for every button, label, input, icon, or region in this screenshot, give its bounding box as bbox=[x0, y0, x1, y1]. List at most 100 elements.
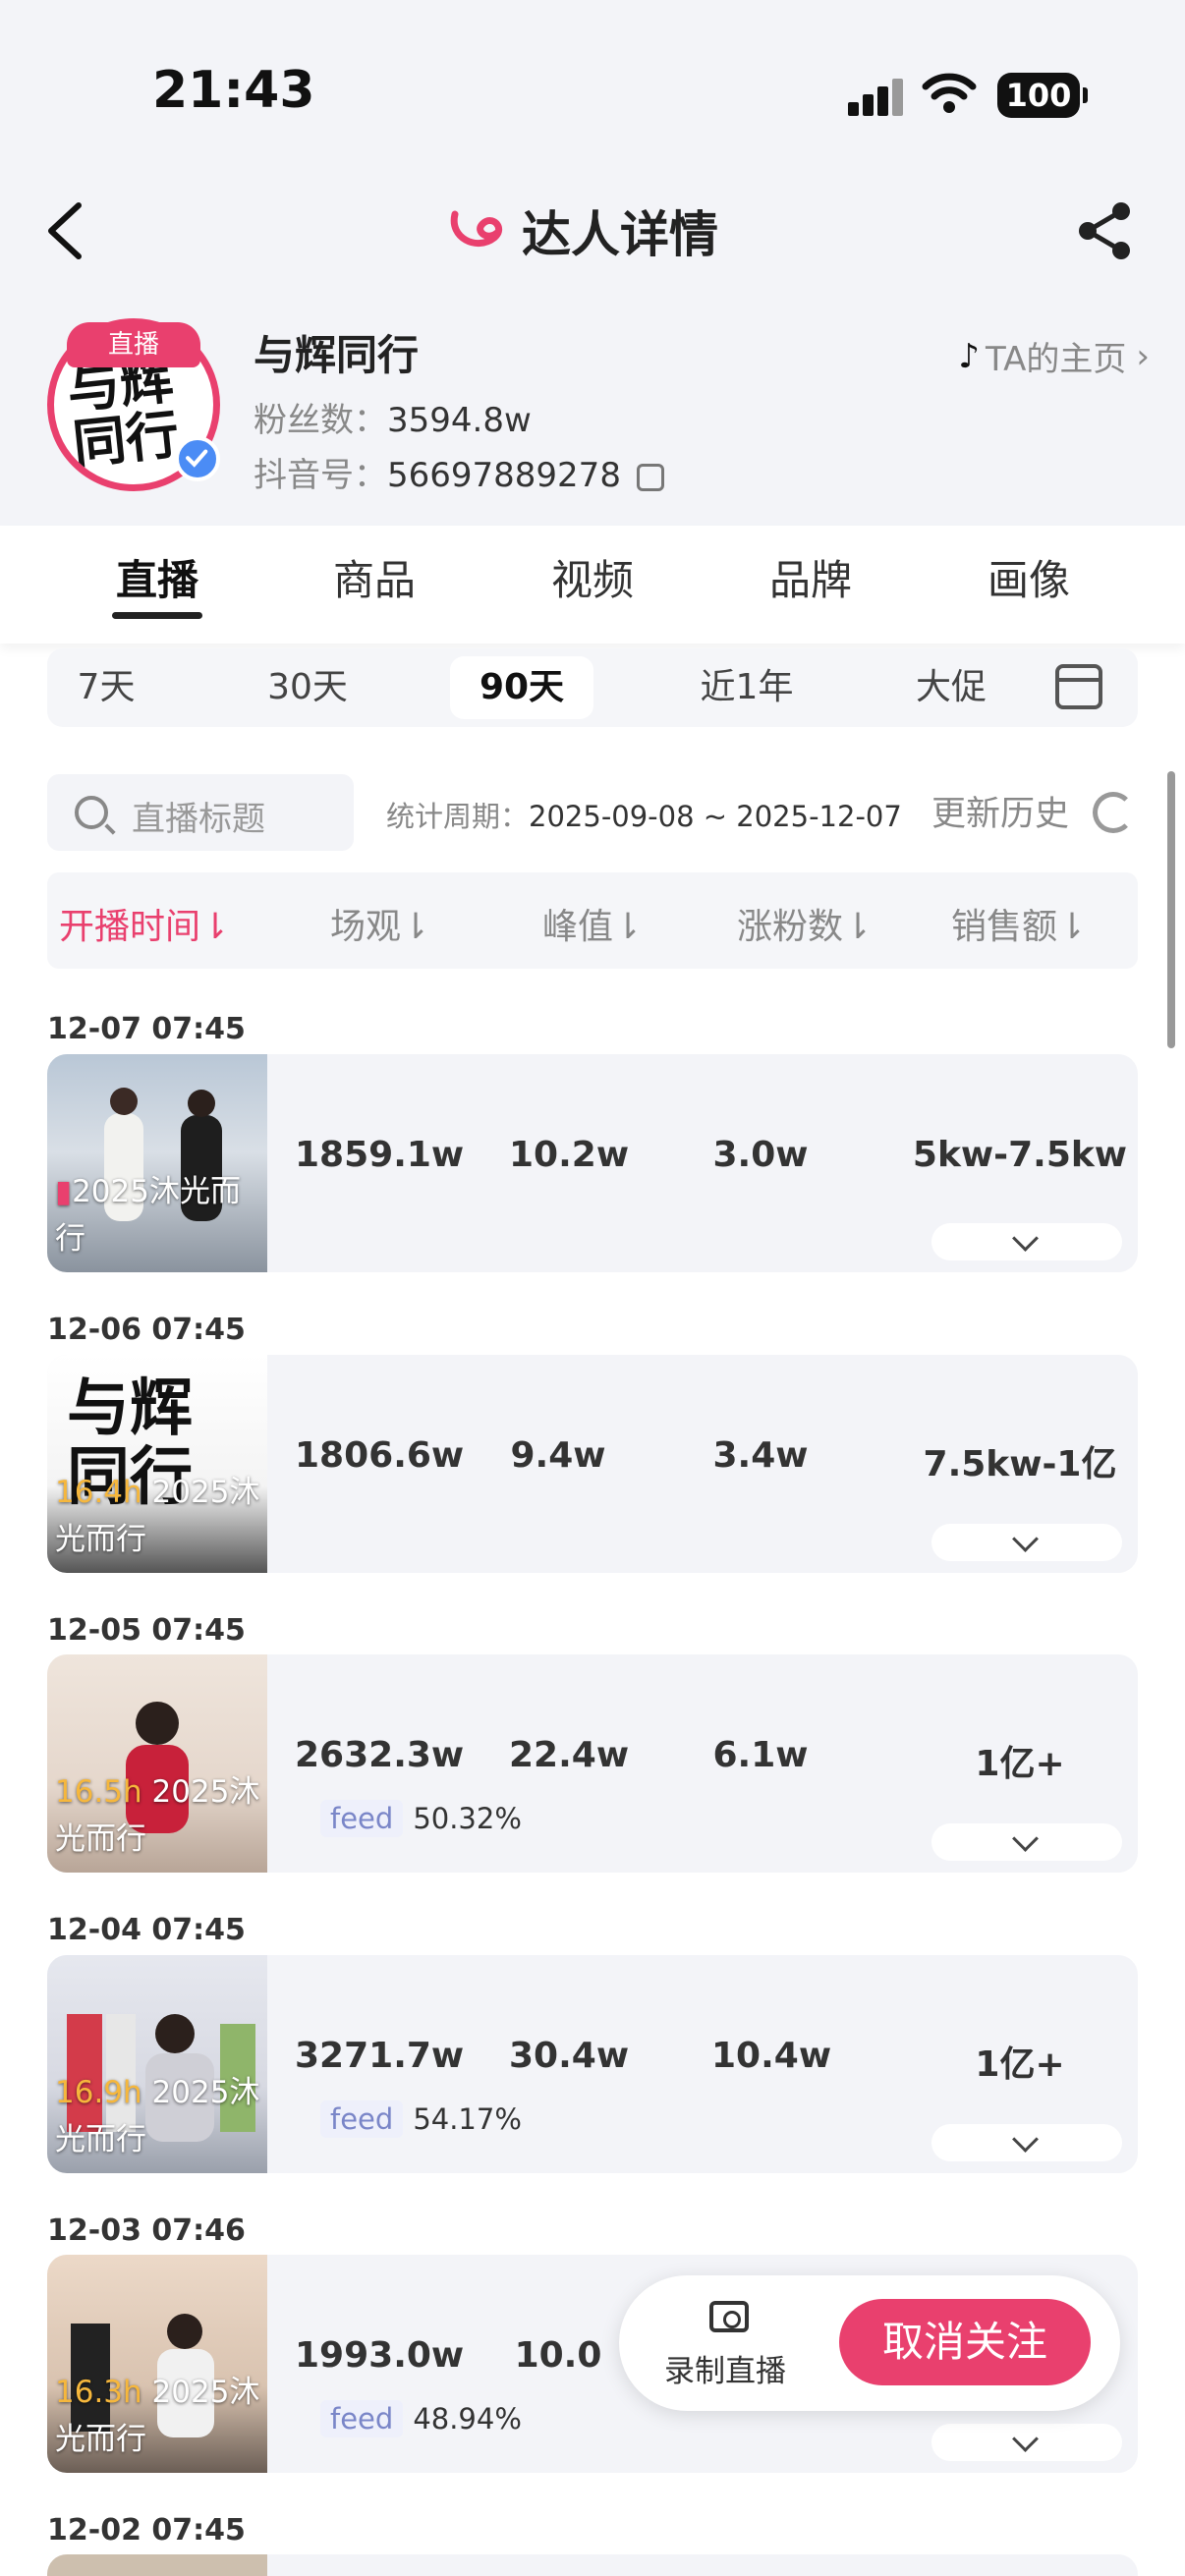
scrollbar[interactable] bbox=[1167, 771, 1175, 1048]
header-peak[interactable]: 峰值⇂ bbox=[542, 898, 643, 949]
header-sales[interactable]: 销售额⇂ bbox=[951, 898, 1087, 949]
expand-button[interactable] bbox=[931, 1823, 1122, 1861]
cellular-signal-icon bbox=[848, 79, 905, 116]
expand-button[interactable] bbox=[931, 1223, 1122, 1260]
tab-portrait[interactable]: 画像 bbox=[950, 547, 1107, 607]
sales-value: 7.5kw-1亿 bbox=[923, 1444, 1117, 1484]
row-date: 12-02 07:45 bbox=[47, 2513, 246, 2548]
douyin-value: 56697889278 bbox=[387, 456, 621, 495]
live-thumbnail[interactable]: 16.9h 2025沐光而行 bbox=[47, 1955, 267, 2173]
search-icon bbox=[75, 796, 108, 829]
period-30d[interactable]: 30天 bbox=[254, 648, 362, 727]
tab-live[interactable]: 直播 bbox=[79, 547, 236, 607]
peak-value: 22.4w bbox=[509, 1735, 630, 1775]
douyin-id: 抖音号：56697889278 bbox=[254, 448, 664, 496]
expand-button[interactable] bbox=[931, 1524, 1122, 1561]
expand-button[interactable] bbox=[931, 2424, 1122, 2461]
table-row[interactable]: 16.9h 2025沐光而行 3271.7w 30.4w 10.4w 1亿+ f… bbox=[47, 1955, 1138, 2173]
views-value: 2632.3w bbox=[295, 1735, 465, 1775]
table-row[interactable]: 16.5h 2025沐光而行 2632.3w 22.4w 6.1w 1亿+ fe… bbox=[47, 1654, 1138, 1873]
update-history-button[interactable]: 更新历史 bbox=[931, 786, 1069, 836]
views-value: 1806.6w bbox=[295, 1435, 465, 1476]
feed-ratio: feed 48.94% bbox=[320, 2400, 522, 2437]
verified-icon bbox=[175, 436, 220, 481]
live-thumbnail[interactable]: 16.3h 2025沐光而行 bbox=[47, 2255, 267, 2473]
table-row[interactable]: ▮2025沐光而行 1859.1w 10.2w 3.0w 5kw-7.5kw bbox=[47, 1054, 1138, 1272]
row-date: 12-05 07:45 bbox=[47, 1613, 246, 1648]
live-thumbnail[interactable]: 与辉同行 16.4h 2025沐光而行 bbox=[47, 1355, 267, 1573]
period-selector: 7天 30天 90天 近1年 大促 bbox=[47, 648, 1138, 727]
douyin-label: 抖音号： bbox=[254, 456, 387, 495]
record-live-button[interactable]: 录制直播 bbox=[664, 2346, 786, 2390]
sales-value: 5kw-7.5kw bbox=[912, 1135, 1128, 1175]
page-title-text: 达人详情 bbox=[522, 206, 718, 263]
header-views[interactable]: 场观⇂ bbox=[330, 898, 430, 949]
fans-label: 粉丝数： bbox=[254, 401, 387, 440]
live-title: 16.4h 2025沐光而行 bbox=[55, 1469, 261, 1563]
battery-icon: 100 bbox=[997, 73, 1088, 118]
feed-value: 50.32% bbox=[413, 1802, 522, 1835]
tab-videos[interactable]: 视频 bbox=[514, 547, 671, 607]
live-thumbnail[interactable] bbox=[47, 2554, 267, 2576]
live-title: 16.5h 2025沐光而行 bbox=[55, 1768, 261, 1863]
table-row[interactable] bbox=[47, 2554, 1138, 2576]
nav-bar: 达人详情 bbox=[0, 182, 1185, 280]
feed-ratio: feed 50.32% bbox=[320, 1800, 522, 1837]
sales-value: 1亿+ bbox=[975, 1744, 1065, 1784]
fans-value: 3594.8w bbox=[387, 401, 532, 440]
live-thumbnail[interactable]: 16.5h 2025沐光而行 bbox=[47, 1654, 267, 1873]
period-90d[interactable]: 90天 bbox=[450, 656, 593, 719]
tab-brands[interactable]: 品牌 bbox=[732, 547, 889, 607]
chevron-right-icon: › bbox=[1136, 336, 1150, 376]
search-placeholder: 直播标题 bbox=[132, 800, 265, 839]
tiktok-icon: ♪ bbox=[958, 336, 980, 376]
period-1y[interactable]: 近1年 bbox=[676, 648, 818, 727]
row-date: 12-06 07:45 bbox=[47, 1313, 246, 1347]
expand-button[interactable] bbox=[931, 2124, 1122, 2161]
feed-value: 48.94% bbox=[413, 2402, 522, 2436]
live-duration: 16.3h bbox=[55, 2375, 142, 2410]
views-value: 3271.7w bbox=[295, 2036, 465, 2076]
search-input[interactable]: 直播标题 bbox=[47, 774, 354, 851]
back-icon[interactable] bbox=[39, 199, 98, 262]
main-tabs: 直播 商品 视频 品牌 画像 bbox=[0, 526, 1185, 644]
fans-gain-value: 3.0w bbox=[712, 1135, 809, 1175]
calendar-icon[interactable] bbox=[1055, 664, 1102, 709]
table-header: 开播时间⇂ 场观⇂ 峰值⇂ 涨粉数⇂ 销售额⇂ bbox=[47, 872, 1138, 969]
header-fans[interactable]: 涨粉数⇂ bbox=[737, 898, 873, 949]
tab-products[interactable]: 商品 bbox=[296, 547, 453, 607]
profile-header: 直播 与辉同行 与辉同行 粉丝数：3594.8w 抖音号：56697889278… bbox=[0, 314, 1185, 511]
home-link[interactable]: ♪ TA的主页 › bbox=[958, 332, 1150, 380]
peak-value: 30.4w bbox=[509, 2036, 630, 2076]
home-link-label: TA的主页 bbox=[986, 340, 1127, 379]
period-7d[interactable]: 7天 bbox=[67, 648, 145, 727]
header-start-time[interactable]: 开播时间⇂ bbox=[59, 898, 230, 949]
share-icon[interactable] bbox=[1074, 199, 1137, 262]
fans-gain-value: 3.4w bbox=[712, 1435, 809, 1476]
live-title: ▮2025沐光而行 bbox=[55, 1168, 261, 1262]
period-promo[interactable]: 大促 bbox=[902, 648, 1000, 727]
brand-logo-icon bbox=[450, 210, 503, 247]
page: 21:43 100 达人详情 直播 与辉同行 与辉同行 粉丝数：3594.8w … bbox=[0, 0, 1185, 2576]
unfollow-button[interactable]: 取消关注 bbox=[839, 2299, 1091, 2385]
profile-name: 与辉同行 bbox=[254, 331, 420, 379]
live-thumbnail[interactable]: ▮2025沐光而行 bbox=[47, 1054, 267, 1272]
tab-indicator bbox=[112, 612, 202, 619]
refresh-icon[interactable] bbox=[1093, 792, 1134, 833]
live-duration: 16.9h bbox=[55, 2075, 142, 2110]
peak-value: 10.0 bbox=[514, 2335, 602, 2376]
fans-gain-value: 6.1w bbox=[712, 1735, 809, 1775]
row-date: 12-03 07:46 bbox=[47, 2213, 246, 2248]
sales-value: 1亿+ bbox=[975, 2044, 1065, 2085]
live-title: 16.9h 2025沐光而行 bbox=[55, 2069, 261, 2163]
live-badge: 直播 bbox=[67, 322, 200, 367]
record-icon[interactable] bbox=[709, 2301, 749, 2332]
feed-tag: feed bbox=[320, 2400, 404, 2437]
live-duration: 16.4h bbox=[55, 1475, 142, 1510]
live-title: 16.3h 2025沐光而行 bbox=[55, 2369, 261, 2463]
peak-value: 10.2w bbox=[509, 1135, 630, 1175]
table-row[interactable]: 与辉同行 16.4h 2025沐光而行 1806.6w 9.4w 3.4w 7.… bbox=[47, 1355, 1138, 1573]
stat-period: 统计周期：2025-09-08 ~ 2025-12-07 bbox=[386, 794, 902, 835]
copy-icon[interactable] bbox=[636, 463, 664, 491]
stat-label: 统计周期： bbox=[386, 800, 530, 833]
